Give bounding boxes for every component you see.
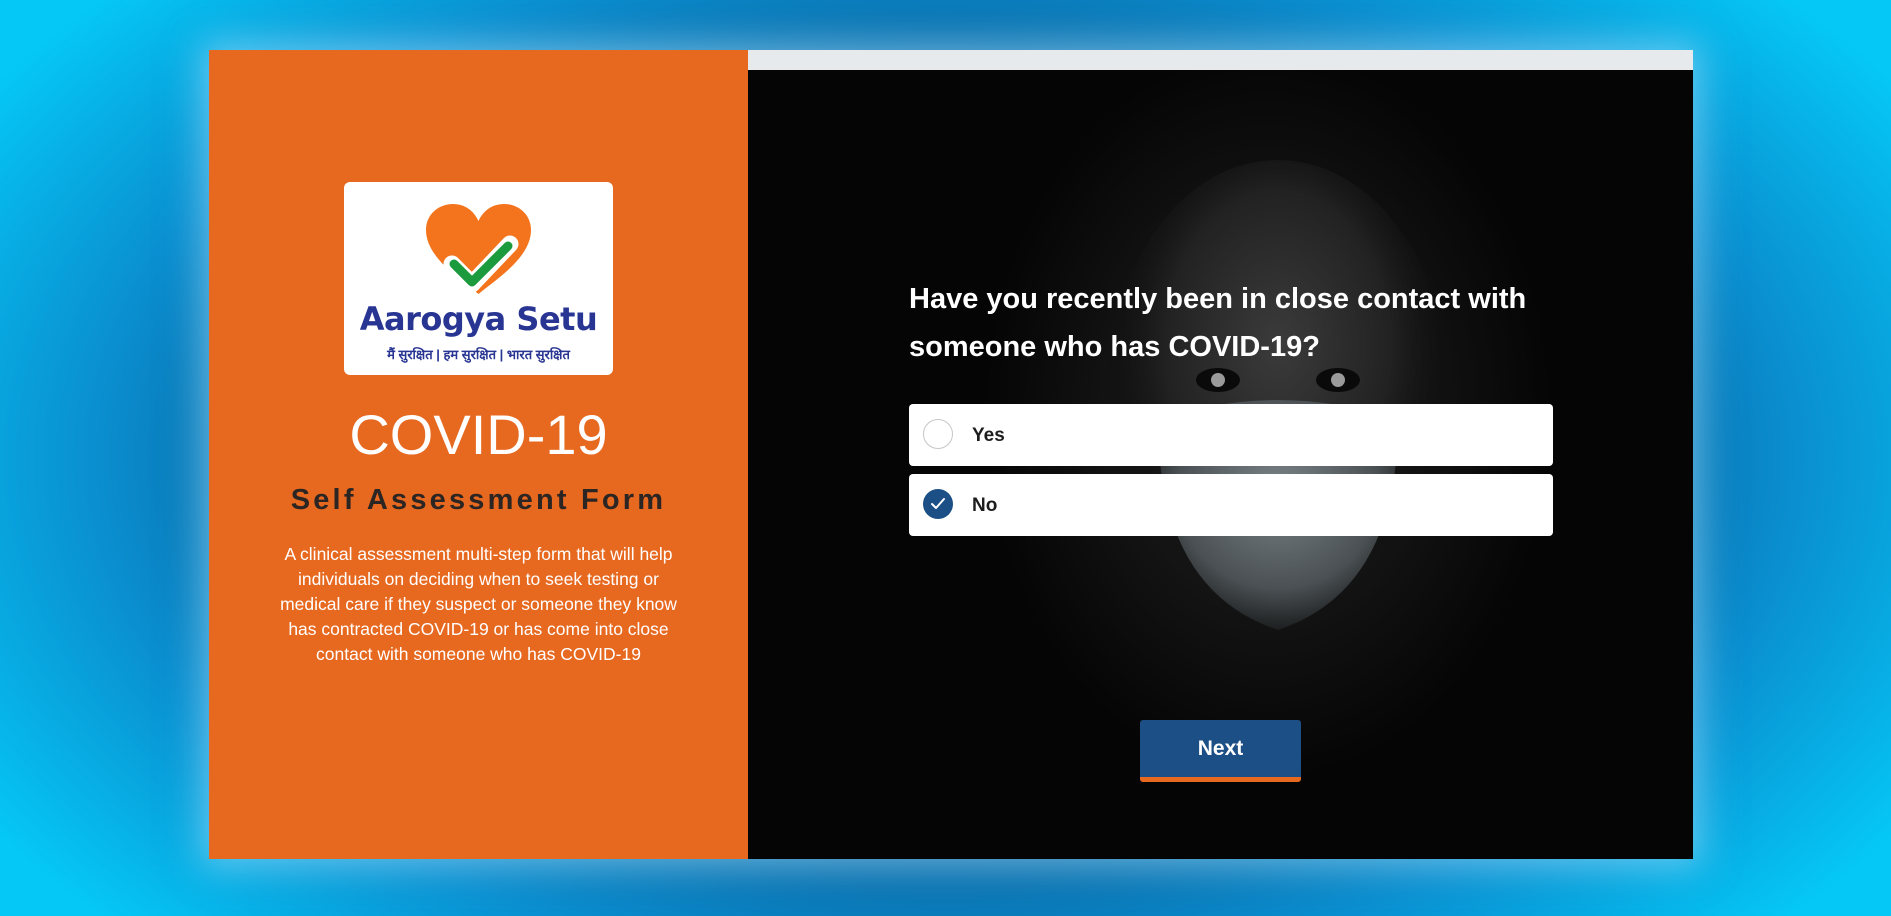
form-description: A clinical assessment multi-step form th… [280, 544, 677, 664]
progress-track [748, 50, 1693, 70]
form-subtitle: Self Assessment Form [290, 484, 667, 516]
checkmark-icon [931, 498, 945, 509]
aarogya-setu-logo: Aarogya Setu मैं सुरक्षित | हम सुरक्षित … [344, 182, 613, 375]
option-no-label: No [972, 495, 998, 516]
heart-icon [426, 204, 531, 294]
next-button[interactable]: Next [1140, 720, 1301, 782]
assessment-card: Aarogya Setu मैं सुरक्षित | हम सुरक्षित … [209, 50, 1693, 859]
question-panel: Have you recently been in close contact … [748, 50, 1693, 859]
page-title: COVID-19 [349, 403, 608, 466]
option-no[interactable]: No [909, 474, 1553, 536]
question-text: Have you recently been in close contact … [909, 283, 1527, 363]
radio-unchecked-icon[interactable] [923, 419, 953, 449]
radio-checked-icon[interactable] [923, 489, 953, 519]
option-yes-label: Yes [972, 425, 1005, 446]
brand-panel: Aarogya Setu मैं सुरक्षित | हम सुरक्षित … [209, 50, 748, 859]
logo-tagline: मैं सुरक्षित | हम सुरक्षित | भारत सुरक्ष… [387, 347, 570, 362]
logo-wordmark: Aarogya Setu [359, 300, 598, 338]
option-yes[interactable]: Yes [909, 404, 1553, 466]
